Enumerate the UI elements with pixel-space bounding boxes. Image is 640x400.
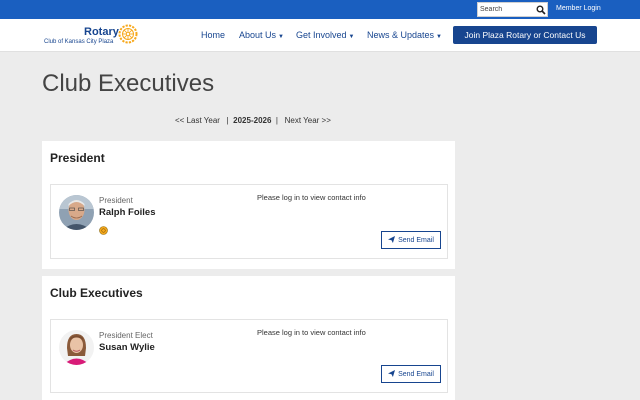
rotary-wheel-icon bbox=[118, 24, 138, 44]
section-title: Club Executives bbox=[50, 286, 143, 300]
logo-subtitle: Club of Kansas City Plaza bbox=[44, 39, 114, 45]
nav-label: News & Updates bbox=[367, 30, 435, 40]
section-president: President President Ralph Foiles Please … bbox=[42, 141, 455, 269]
search-icon[interactable] bbox=[535, 4, 546, 15]
caret-down-icon: ▼ bbox=[348, 34, 355, 40]
paper-plane-icon bbox=[388, 235, 396, 245]
current-year: 2025-2026 bbox=[233, 116, 272, 125]
page-title: Club Executives bbox=[42, 70, 215, 97]
send-email-button[interactable]: Send Email bbox=[381, 365, 441, 383]
paul-harris-badge-icon bbox=[99, 222, 108, 235]
member-avatar bbox=[59, 195, 94, 230]
send-email-label: Send Email bbox=[398, 370, 434, 378]
send-email-label: Send Email bbox=[398, 236, 434, 244]
member-role: President bbox=[99, 196, 133, 205]
club-logo[interactable]: Rotary Club of Kansas City Plaza bbox=[44, 24, 144, 48]
contact-info-note: Please log in to view contact info bbox=[257, 328, 366, 337]
section-club-executives: Club Executives President Elect Susan Wy… bbox=[42, 276, 455, 400]
section-title: President bbox=[50, 151, 105, 165]
caret-down-icon: ▼ bbox=[436, 34, 442, 40]
nav-label: About Us bbox=[239, 30, 277, 40]
member-avatar bbox=[59, 330, 94, 365]
separator: | bbox=[273, 116, 283, 125]
search-box bbox=[477, 2, 548, 17]
nav-about-us[interactable]: About Us ▼ bbox=[239, 30, 284, 40]
caret-down-icon: ▼ bbox=[278, 34, 284, 40]
last-year-link[interactable]: << Last Year bbox=[175, 116, 220, 125]
paper-plane-icon bbox=[388, 369, 396, 379]
nav-label: Home bbox=[201, 30, 226, 40]
next-year-link[interactable]: Next Year >> bbox=[285, 116, 331, 125]
nav-get-involved[interactable]: Get Involved ▼ bbox=[296, 30, 354, 40]
nav-label: Get Involved bbox=[296, 30, 347, 40]
join-contact-button[interactable]: Join Plaza Rotary or Contact Us bbox=[453, 26, 597, 44]
member-name[interactable]: Ralph Foiles bbox=[99, 207, 155, 218]
send-email-button[interactable]: Send Email bbox=[381, 231, 441, 249]
nav-news-updates[interactable]: News & Updates ▼ bbox=[367, 30, 442, 40]
member-name[interactable]: Susan Wylie bbox=[99, 342, 155, 353]
nav-home[interactable]: Home bbox=[201, 30, 225, 40]
logo-wordmark: Rotary bbox=[84, 26, 119, 38]
year-navigation: << Last Year | 2025-2026 | Next Year >> bbox=[175, 116, 331, 125]
search-input[interactable] bbox=[480, 4, 532, 15]
site-header: Rotary Club of Kansas City Plaza Home Ab… bbox=[0, 19, 640, 52]
contact-info-note: Please log in to view contact info bbox=[257, 193, 366, 202]
member-role: President Elect bbox=[99, 331, 153, 340]
member-login-link[interactable]: Member Login bbox=[556, 5, 601, 12]
member-card: President Ralph Foiles Please log in to … bbox=[50, 184, 448, 259]
top-utility-bar: Member Login bbox=[0, 0, 640, 19]
separator: | bbox=[222, 116, 231, 125]
member-card: President Elect Susan Wylie Please log i… bbox=[50, 319, 448, 393]
